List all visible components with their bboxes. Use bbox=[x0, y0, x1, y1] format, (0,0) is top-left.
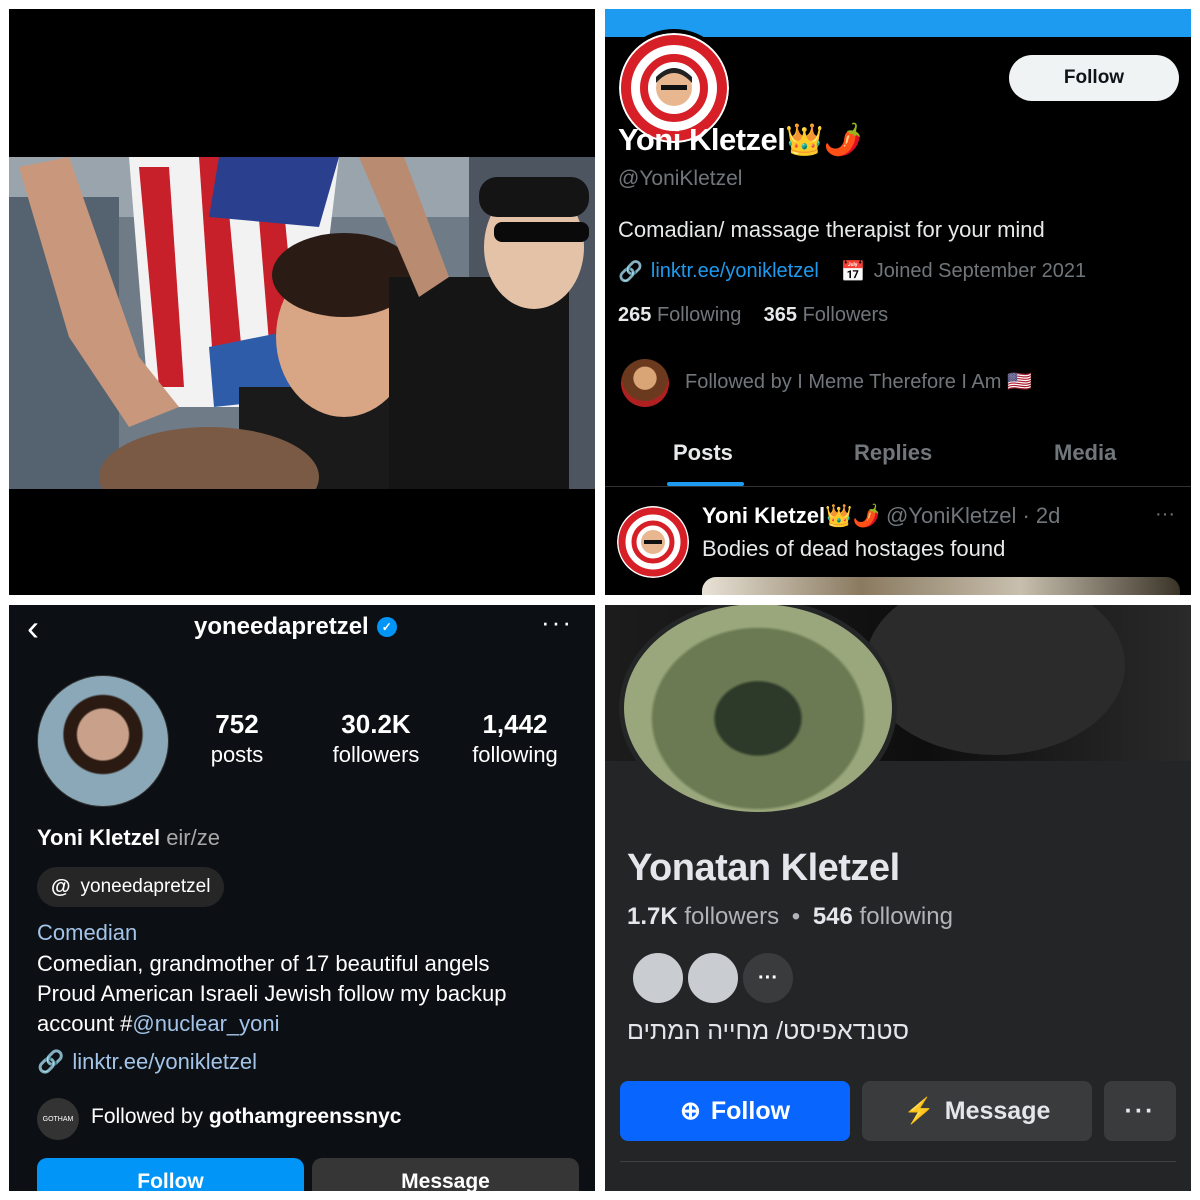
profile-name: Yoni Kletzel👑🌶️ bbox=[618, 122, 862, 157]
following-label[interactable]: following bbox=[860, 903, 953, 930]
posts-label: posts bbox=[210, 742, 264, 767]
followers-count: 365 bbox=[763, 304, 798, 326]
followers-stat[interactable]: 30.2K followers bbox=[311, 709, 441, 768]
link-icon: 🔗 bbox=[618, 261, 643, 283]
followed-by-prefix: Followed by bbox=[91, 1105, 209, 1128]
profile-bio: סטנדאפיסט/ מחייה המתים bbox=[627, 1017, 909, 1045]
follow-counts: 1.7K followers • 546 following bbox=[627, 903, 953, 931]
mutual-friend-avatar[interactable] bbox=[631, 951, 685, 1005]
tab-media[interactable]: Media bbox=[1054, 440, 1116, 466]
profile-link[interactable]: linktr.ee/yonikletzel bbox=[72, 1049, 257, 1075]
followers-count[interactable]: 1.7K bbox=[627, 903, 678, 930]
threads-handle: yoneedapretzel bbox=[80, 876, 211, 897]
following-link[interactable]: 265 Following bbox=[618, 304, 741, 326]
threads-badge[interactable]: @ yoneedapretzel bbox=[37, 867, 225, 907]
bio-mention[interactable]: @nuclear_yoni bbox=[132, 1011, 279, 1036]
followers-label: Followers bbox=[802, 304, 889, 326]
profile-handle: @YoniKletzel bbox=[618, 167, 743, 190]
link-icon: 🔗 bbox=[37, 1049, 65, 1074]
instagram-profile-panel: ‹ yoneedapretzel ✓ ··· 752 posts 30.2K f… bbox=[9, 605, 595, 1191]
post-text[interactable]: Bodies of dead hostages found bbox=[702, 536, 1005, 562]
following-count[interactable]: 546 bbox=[813, 903, 853, 930]
follow-button[interactable]: ⊕ Follow bbox=[620, 1081, 850, 1141]
follow-button[interactable]: Follow bbox=[1009, 55, 1179, 101]
verified-badge-icon: ✓ bbox=[376, 617, 397, 637]
followers-count: 30.2K bbox=[341, 709, 411, 739]
follow-label: Follow bbox=[710, 1096, 791, 1125]
follow-button[interactable]: Follow bbox=[37, 1158, 304, 1191]
follower-avatar[interactable] bbox=[621, 359, 669, 407]
more-icon[interactable]: ··· bbox=[1155, 503, 1175, 526]
tab-replies[interactable]: Replies bbox=[854, 440, 932, 466]
tab-posts[interactable]: Posts bbox=[673, 440, 733, 466]
profile-name: Yoni Kletzel eir/ze bbox=[37, 825, 220, 851]
divider bbox=[620, 1161, 1176, 1162]
profile-name: Yonatan Kletzel bbox=[627, 847, 900, 889]
followed-by-user: gothamgreenssnyc bbox=[208, 1105, 402, 1128]
post-avatar[interactable] bbox=[617, 506, 689, 578]
message-button[interactable]: ⚡ Message bbox=[862, 1081, 1092, 1141]
follow-counts: 265 Following 365 Followers bbox=[618, 304, 888, 327]
display-name: Yoni Kletzel bbox=[37, 825, 161, 850]
bio-line-1: Comedian, grandmother of 17 beautiful an… bbox=[37, 951, 490, 976]
message-button[interactable]: Message bbox=[312, 1158, 579, 1191]
separator: • bbox=[791, 903, 801, 930]
profile-bio: Comadian/ massage therapist for your min… bbox=[618, 217, 1045, 242]
following-count: 1,442 bbox=[482, 709, 548, 739]
followers-label: followers bbox=[332, 742, 420, 767]
more-icon[interactable]: ··· bbox=[541, 607, 573, 638]
username: yoneedapretzel bbox=[194, 613, 369, 640]
bio-line-2: Proud American Israeli Jewish follow my … bbox=[37, 979, 577, 1039]
post-author[interactable]: Yoni Kletzel👑🌶️ bbox=[702, 503, 880, 528]
following-stat[interactable]: 1,442 following bbox=[450, 709, 580, 768]
post-media[interactable] bbox=[702, 577, 1180, 595]
profile-username-header: yoneedapretzel ✓ bbox=[194, 613, 397, 641]
followers-link[interactable]: 365 Followers bbox=[764, 304, 889, 326]
profile-category: Comedian bbox=[37, 920, 138, 945]
post-header: Yoni Kletzel👑🌶️ @YoniKletzel · 2d bbox=[702, 503, 1060, 529]
profile-link[interactable]: linktr.ee/yonikletzel bbox=[651, 260, 819, 283]
pronouns: eir/ze bbox=[166, 825, 220, 850]
calendar-icon: 📅 bbox=[840, 261, 866, 283]
cover-shape bbox=[865, 605, 1125, 755]
messenger-icon: ⚡ bbox=[903, 1096, 935, 1125]
followers-label[interactable]: followers bbox=[684, 903, 779, 930]
rally-photo bbox=[9, 157, 595, 489]
more-options-button[interactable]: ··· bbox=[1104, 1081, 1176, 1141]
threads-icon: @ bbox=[51, 875, 71, 898]
active-tab-indicator bbox=[667, 482, 744, 486]
x-profile-panel: Follow Yoni Kletzel👑🌶️ @YoniKletzel Coma… bbox=[605, 9, 1191, 595]
profile-bio: Comedian, grandmother of 17 beautiful an… bbox=[37, 949, 577, 1039]
profile-meta: 🔗 linktr.ee/yonikletzel 📅 Joined Septemb… bbox=[618, 259, 1086, 284]
posts-count: 752 bbox=[215, 709, 259, 739]
post-handle-time: @YoniKletzel · 2d bbox=[885, 503, 1061, 528]
following-count: 265 bbox=[618, 304, 652, 326]
following-label: Following bbox=[656, 304, 742, 326]
joined-date: Joined September 2021 bbox=[873, 260, 1087, 282]
posts-stat[interactable]: 752 posts bbox=[172, 709, 302, 768]
follower-avatar[interactable]: GOTHAM bbox=[37, 1098, 79, 1140]
profile-link-row[interactable]: 🔗 linktr.ee/yonikletzel bbox=[37, 1049, 257, 1075]
following-label: following bbox=[472, 742, 558, 767]
profile-tabs: Posts Replies Media bbox=[605, 434, 1191, 487]
facebook-profile-panel: Yonatan Kletzel 1.7K followers • 546 fol… bbox=[605, 605, 1191, 1191]
back-chevron-icon[interactable]: ‹ bbox=[27, 607, 39, 649]
followed-by[interactable]: Followed by gothamgreenssnyc bbox=[91, 1105, 401, 1129]
mutual-friend-avatar[interactable] bbox=[686, 951, 740, 1005]
profile-avatar[interactable] bbox=[619, 605, 897, 817]
photo-panel bbox=[9, 9, 595, 595]
profile-avatar[interactable] bbox=[37, 675, 169, 807]
add-friend-icon: ⊕ bbox=[679, 1097, 701, 1125]
followed-by-text[interactable]: Followed by I Meme Therefore I Am 🇺🇸 bbox=[685, 369, 1032, 394]
more-mutuals-icon[interactable]: ··· bbox=[741, 951, 795, 1005]
message-label: Message bbox=[944, 1096, 1051, 1125]
